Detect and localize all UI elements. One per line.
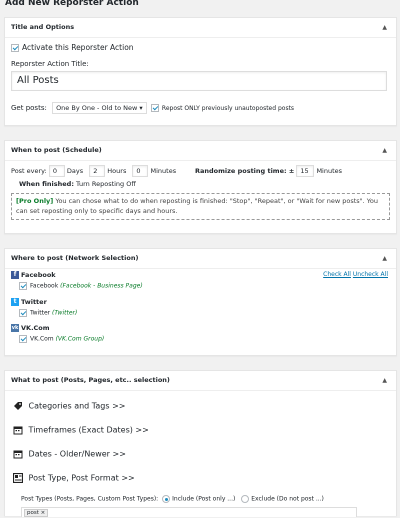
randomize-label: Randomize posting time: ± [195,167,295,175]
title-options-header[interactable]: Title and Options ▲ [5,18,396,38]
pro-only-note: [Pro Only] You can chose what to do when… [11,193,390,220]
twitter-icon: t [11,298,19,306]
section-timeframes[interactable]: Timeframes (Exact Dates) >> [13,425,149,435]
calendar-icon [13,450,23,459]
repost-only-label: Repost ONLY previously unautoposted post… [161,105,295,112]
title-options-box: Title and Options ▲ Activate this Repors… [4,17,397,126]
account-vk[interactable]: VK.Com (VK.Com Group) [19,335,104,343]
exclude-radio[interactable] [241,495,250,503]
chevron-down-icon: ▾ [139,104,143,112]
account-twitter[interactable]: Twitter (Twitter) [19,309,77,317]
account-label: Twitter [30,309,51,317]
hours-label: Hours [107,167,127,175]
title-label: Reporster Action Title: [11,60,89,68]
account-facebook[interactable]: Facebook (Facebook - Business Page) [19,282,143,290]
network-name: Twitter [21,298,47,306]
minutes-input[interactable]: 0 [132,165,149,177]
days-input[interactable]: 0 [48,165,65,177]
section-label: Timeframes (Exact Dates) [28,425,133,435]
check-all-link[interactable]: Check All [323,271,351,278]
title-options-title: Title and Options [11,23,75,31]
include-label: Include (Post only ...) [172,495,236,503]
schedule-box: When to post (Schedule) ▲ Post every: 0 … [4,140,397,234]
collapse-arrow-icon[interactable]: ▲ [382,141,387,160]
post-types-row: Post Types (Posts, Pages, Custom Post Ty… [21,495,324,503]
uncheck-all-link[interactable]: Uncheck All [353,271,388,278]
post-token-label: post [27,510,39,516]
facebook-account-checkbox[interactable] [19,282,27,290]
section-dates[interactable]: Dates - Older/Newer >> [13,449,126,459]
facebook-icon: f [11,271,19,279]
activate-checkbox[interactable] [11,44,19,52]
section-arrow: >> [135,425,149,435]
section-arrow: >> [112,401,126,411]
section-label: Dates - Older/Newer [28,449,110,459]
network-facebook: f Facebook [11,271,56,279]
network-twitter: t Twitter [11,298,47,306]
schedule-header[interactable]: When to post (Schedule) ▲ [5,141,396,161]
when-finished-label: When finished: [19,180,74,188]
section-label: Categories and Tags [28,401,110,411]
randomize-input[interactable]: 15 [296,165,315,177]
network-vk: vk VK.Com [11,324,50,332]
what-to-post-box: What to post (Posts, Pages, etc.. select… [4,370,397,517]
account-label: VK.Com [30,335,54,343]
section-label: Post Type, Post Format [28,473,119,483]
post-types-label: Post Types (Posts, Pages, Custom Post Ty… [21,495,159,503]
account-detail: (Facebook - Business Page) [60,282,143,290]
network-box: Where to post (Network Selection) ▲ Chec… [4,248,397,356]
schedule-title: When to post (Schedule) [11,146,102,154]
what-to-post-title: What to post (Posts, Pages, etc.. select… [11,376,170,384]
section-categories-tags[interactable]: Categories and Tags >> [13,401,125,411]
calendar-icon [13,426,23,435]
network-name: Facebook [21,271,56,279]
network-name: VK.Com [21,324,50,332]
pro-only-text: You can chose what to do when reposting … [16,197,378,215]
remove-token-icon[interactable]: × [41,510,46,516]
get-posts-value: One By One - Old to New [56,104,138,112]
collapse-arrow-icon[interactable]: ▲ [382,249,387,268]
account-detail: (Twitter) [52,309,78,317]
tag-icon [14,402,22,410]
network-title: Where to post (Network Selection) [11,254,139,262]
section-post-type[interactable]: Post Type, Post Format >> [13,473,135,483]
minutes-label: Minutes [150,167,177,175]
activate-label: Activate this Reporster Action [22,43,134,52]
page-title: Add New Reporster Action [5,0,139,8]
account-label: Facebook [30,282,59,290]
vk-icon: vk [11,324,19,332]
pro-only-tag: [Pro Only] [16,197,54,205]
days-label: Days [66,167,84,175]
twitter-account-checkbox[interactable] [19,309,27,317]
post-every-label: Post every: [11,167,47,175]
title-input[interactable]: All Posts [11,71,387,91]
exclude-label: Exclude (Do not post ...) [251,495,324,503]
collapse-arrow-icon[interactable]: ▲ [382,18,387,37]
include-radio[interactable] [162,495,171,503]
section-arrow: >> [112,449,126,459]
get-posts-label: Get posts: [11,104,47,112]
when-finished-value: Turn Reposting Off [76,180,136,188]
post-type-icon [13,473,23,483]
randomize-unit: Minutes [316,167,343,175]
collapse-arrow-icon[interactable]: ▲ [382,371,387,390]
repost-only-checkbox[interactable] [150,104,159,112]
network-header[interactable]: Where to post (Network Selection) ▲ [5,249,396,269]
what-to-post-header[interactable]: What to post (Posts, Pages, etc.. select… [5,371,396,391]
account-detail: (VK.Com Group) [55,335,105,343]
section-arrow: >> [121,473,135,483]
hours-input[interactable]: 2 [89,165,106,177]
get-posts-select[interactable]: One By One - Old to New ▾ [52,102,147,114]
activate-row[interactable]: Activate this Reporster Action [11,43,134,52]
vk-account-checkbox[interactable] [19,335,27,343]
